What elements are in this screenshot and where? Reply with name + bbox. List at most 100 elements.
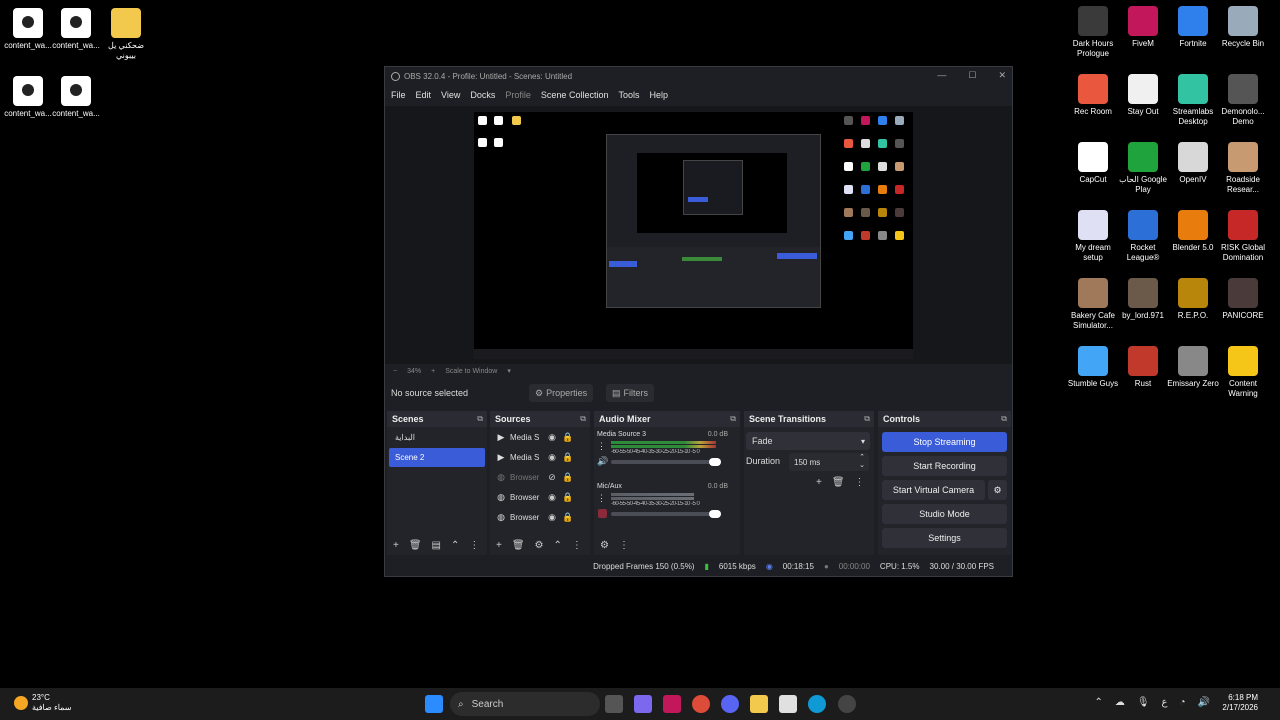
wifi-icon[interactable]: ◔ <box>1180 697 1186 708</box>
lock-icon[interactable]: 🔒 <box>562 472 574 483</box>
desktop-icon-app[interactable]: Streamlabs Desktop <box>1165 74 1221 127</box>
chevron-up-icon[interactable]: ⌃ <box>451 540 459 551</box>
speaker-icon[interactable]: 🔊 <box>597 456 608 467</box>
lock-icon[interactable]: 🔒 <box>562 432 574 443</box>
lock-icon[interactable]: 🔒 <box>562 492 574 503</box>
lock-icon[interactable]: 🔒 <box>562 452 574 463</box>
properties-button[interactable]: ⚙ Properties <box>529 384 594 402</box>
desktop-icon-app[interactable]: Stay Out <box>1115 74 1171 117</box>
eye-icon[interactable]: ◉ <box>546 432 558 443</box>
slider-knob[interactable] <box>709 510 721 518</box>
gear-icon[interactable]: ⚙ <box>600 540 609 551</box>
source-row[interactable]: ▶ Media S ◉ 🔒 <box>490 447 590 467</box>
eye-icon[interactable]: ◉ <box>546 512 558 523</box>
dock-menu-icon[interactable]: ⧉ <box>477 414 483 424</box>
source-row[interactable]: ▶ Media S ◉ 🔒 <box>490 427 590 447</box>
lock-icon[interactable]: 🔒 <box>562 512 574 523</box>
desktop-icon-app[interactable]: Demonolo... Demo <box>1215 74 1271 127</box>
transition-select[interactable]: Fade ▾ <box>746 432 870 450</box>
desktop-icon-app[interactable]: RISK Global Domination <box>1215 210 1271 263</box>
stepper-icon[interactable]: ⌃ ⌄ <box>859 454 865 470</box>
trash-icon[interactable]: 🗑 <box>832 477 845 488</box>
dock-menu-icon[interactable]: ⧉ <box>730 414 736 424</box>
store-icon[interactable] <box>779 695 797 713</box>
dock-menu-icon[interactable]: ⧉ <box>1001 414 1007 424</box>
maximize-icon[interactable]: ☐ <box>968 70 976 81</box>
settings-button[interactable]: Settings <box>882 528 1007 548</box>
language-indicator[interactable]: ع <box>1162 697 1168 708</box>
clock[interactable]: 6:18 PM 2/17/2026 <box>1222 693 1258 713</box>
menu-file[interactable]: File <box>391 90 406 100</box>
desktop-icon-app[interactable]: PANICORE <box>1215 278 1271 321</box>
desktop-icon-app[interactable]: by_lord.971 <box>1115 278 1171 321</box>
desktop-icon-app[interactable]: Content Warning <box>1215 346 1271 399</box>
more-icon[interactable]: ⋮ <box>597 493 606 504</box>
more-icon[interactable]: ⋮ <box>619 540 629 551</box>
eye-icon[interactable]: ◉ <box>546 452 558 463</box>
weather-widget[interactable]: 23°C سماء صافية <box>14 693 72 713</box>
scene-item-selected[interactable]: Scene 2 <box>389 448 485 467</box>
volume-icon[interactable]: 🔊 <box>1198 697 1210 708</box>
menu-help[interactable]: Help <box>649 90 668 100</box>
desktop-icon-app[interactable]: Roadside Resear... <box>1215 142 1271 195</box>
edge-icon[interactable] <box>808 695 826 713</box>
desktop-icon-app[interactable]: Bakery Cafe Simulator... <box>1065 278 1121 331</box>
stop-streaming-button[interactable]: Stop Streaming <box>882 432 1007 452</box>
chevron-up-icon[interactable]: ⌃ <box>1094 697 1102 708</box>
add-icon[interactable]: + <box>496 540 502 551</box>
scale-mode[interactable]: Scale to Window <box>445 368 497 375</box>
close-icon[interactable]: ✕ <box>998 70 1006 81</box>
task-view-icon[interactable] <box>605 695 623 713</box>
dock-menu-icon[interactable]: ⧉ <box>864 414 870 424</box>
add-icon[interactable]: + <box>816 477 822 488</box>
desktop-icon-app[interactable]: OpenIV <box>1165 142 1221 185</box>
desktop-icon-app[interactable]: Rust <box>1115 346 1171 389</box>
dock-menu-icon[interactable]: ⧉ <box>580 414 586 424</box>
desktop-icon-folder[interactable]: ضحكني يل بيبوني <box>98 8 154 61</box>
minimize-icon[interactable]: — <box>937 70 946 81</box>
desktop-icon-app[interactable]: Dark Hours Prologue <box>1065 6 1121 59</box>
desktop-icon-app[interactable]: Blender 5.0 <box>1165 210 1221 253</box>
desktop-icon-content-4[interactable]: content_wa... <box>48 76 104 119</box>
duration-input[interactable]: 150 ms ⌃ ⌄ <box>789 453 869 471</box>
menu-view[interactable]: View <box>441 90 460 100</box>
filters-button[interactable]: ▤ Filters <box>606 384 655 402</box>
eye-hidden-icon[interactable]: ⊘ <box>546 472 558 483</box>
obs-icon[interactable] <box>838 695 856 713</box>
volume-slider[interactable] <box>611 458 721 466</box>
desktop-icon-app[interactable]: Rec Room <box>1065 74 1121 117</box>
chrome-icon[interactable] <box>692 695 710 713</box>
file-explorer-icon[interactable] <box>750 695 768 713</box>
menu-tools[interactable]: Tools <box>618 90 639 100</box>
desktop-icon-app[interactable]: Stumble Guys <box>1065 346 1121 389</box>
desktop-icon-app[interactable]: FiveM <box>1115 6 1171 49</box>
filter-icon[interactable]: ▤ <box>432 540 441 551</box>
more-icon[interactable]: ⋮ <box>855 477 865 488</box>
scene-item[interactable]: البداية <box>389 428 485 447</box>
source-row[interactable]: ◍ Browser ◉ 🔒 <box>490 487 590 507</box>
preview-area[interactable] <box>385 106 1012 364</box>
start-recording-button[interactable]: Start Recording <box>882 456 1007 476</box>
virtual-camera-settings-button[interactable]: ⚙ <box>988 480 1007 500</box>
copilot-icon[interactable] <box>634 695 652 713</box>
more-icon[interactable]: ⋮ <box>572 540 582 551</box>
discord-icon[interactable] <box>721 695 739 713</box>
menu-profile[interactable]: Profile <box>505 90 531 100</box>
more-icon[interactable]: ⋮ <box>597 441 606 452</box>
desktop-icon-app[interactable]: Fortnite <box>1165 6 1221 49</box>
desktop-icon-app[interactable]: الحاب Google Play <box>1115 142 1171 195</box>
zoom-out-button[interactable]: − <box>393 368 397 375</box>
desktop-icon-app[interactable]: Emissary Zero <box>1165 346 1221 389</box>
gear-icon[interactable]: ⚙ <box>535 540 544 551</box>
menu-edit[interactable]: Edit <box>416 90 432 100</box>
studio-mode-button[interactable]: Studio Mode <box>882 504 1007 524</box>
desktop-icon-app[interactable]: My dream setup <box>1065 210 1121 263</box>
source-row[interactable]: ◍ Browser ◉ 🔒 <box>490 507 590 527</box>
menu-scene-collection[interactable]: Scene Collection <box>541 90 609 100</box>
eye-icon[interactable]: ◉ <box>546 492 558 503</box>
fivem-icon[interactable] <box>663 695 681 713</box>
microphone-icon[interactable]: 🎙 <box>1137 697 1150 708</box>
windows-start-icon[interactable] <box>425 695 443 713</box>
chevron-up-icon[interactable]: ⌃ <box>554 540 562 551</box>
desktop-icon-app[interactable]: Recycle Bin <box>1215 6 1271 49</box>
